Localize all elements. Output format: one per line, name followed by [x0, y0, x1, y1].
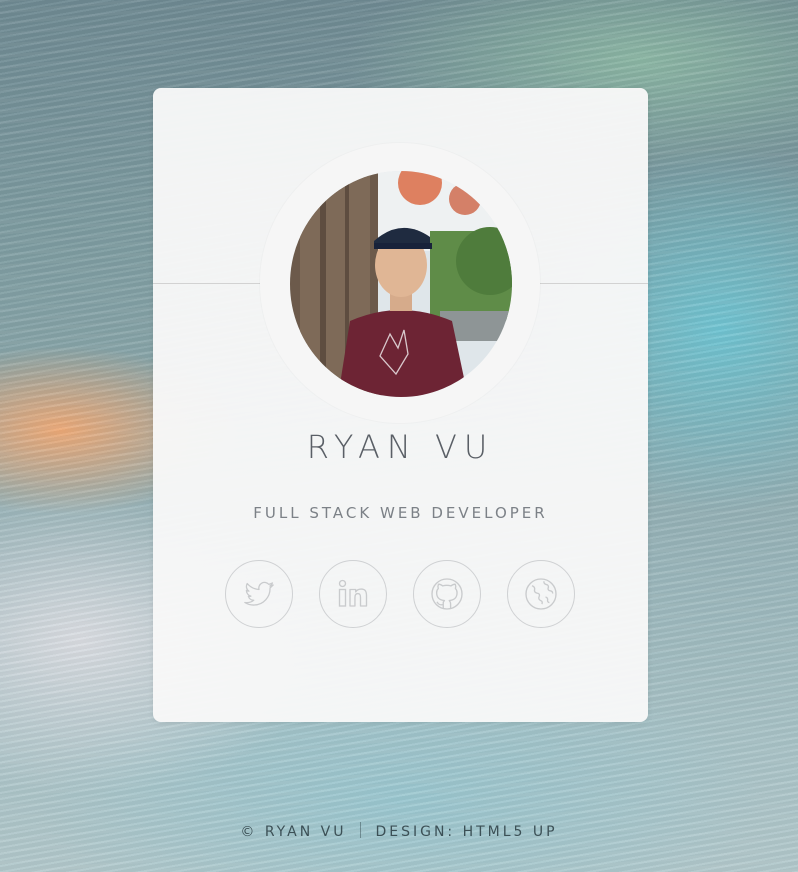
linkedin-link[interactable] [319, 560, 387, 628]
website-link[interactable] [507, 560, 575, 628]
profile-card: RYAN VU FULL STACK WEB DEVELOPER [153, 88, 648, 722]
footer-copyright: © RYAN VU [240, 824, 347, 840]
footer-separator [360, 822, 362, 838]
avatar-frame [260, 143, 540, 423]
linkedin-icon [338, 579, 368, 607]
social-links [225, 560, 575, 628]
twitter-icon [244, 581, 274, 606]
globe-icon [525, 578, 557, 610]
github-link[interactable] [413, 560, 481, 628]
twitter-link[interactable] [225, 560, 293, 628]
github-icon [431, 578, 463, 610]
footer-design-credit[interactable]: DESIGN: HTML5 UP [375, 824, 557, 840]
profile-role: FULL STACK WEB DEVELOPER [253, 504, 548, 522]
footer: © RYAN VU DESIGN: HTML5 UP [0, 822, 798, 840]
profile-name: RYAN VU [306, 428, 495, 466]
avatar [290, 171, 512, 397]
